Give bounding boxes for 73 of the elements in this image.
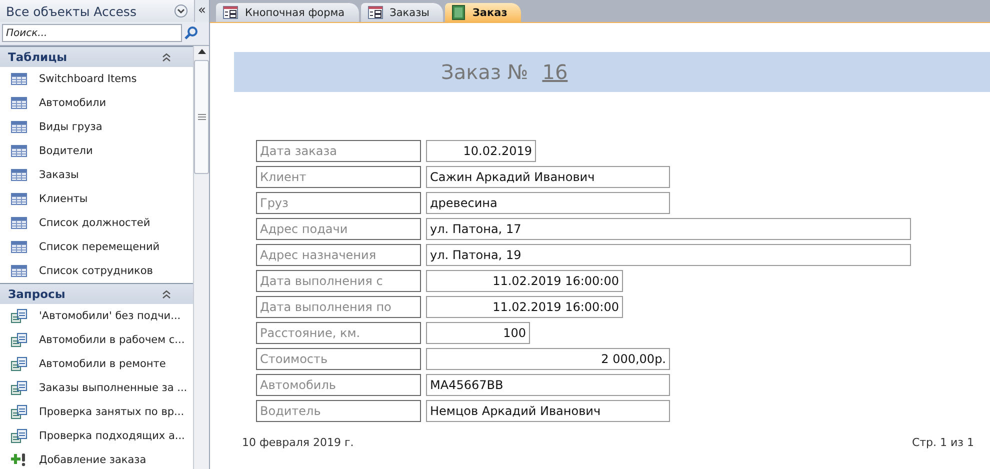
group-header[interactable]: Запросы: [0, 283, 193, 304]
table-icon: [11, 169, 27, 181]
order-number: 16: [542, 60, 568, 84]
field-label: Адрес подачи: [256, 218, 421, 240]
document-tab[interactable]: Кнопочная форма: [216, 3, 359, 22]
field-label: Расстояние, км.: [256, 322, 421, 344]
field-value: Сажин Аркадий Иванович: [426, 166, 670, 188]
nav-item[interactable]: Заказы выполненные за ...: [0, 376, 193, 400]
query-icon: [11, 429, 27, 443]
nav-item[interactable]: Заказы: [0, 163, 193, 187]
nav-item[interactable]: Автомобили в рабочем с...: [0, 328, 193, 352]
query-icon: [11, 333, 27, 347]
nav-item[interactable]: Проверка подходящих а...: [0, 424, 193, 448]
nav-item[interactable]: Автомобили в ремонте: [0, 352, 193, 376]
nav-item[interactable]: 'Автомобили' без подчи...: [0, 304, 193, 328]
collapse-button[interactable]: «: [194, 0, 209, 22]
scrollbar[interactable]: [193, 46, 209, 469]
field-label: Адрес назначения: [256, 244, 421, 266]
nav-item[interactable]: Добавление заказа: [0, 448, 193, 469]
nav-item[interactable]: Проверка занятых по вр...: [0, 400, 193, 424]
field-value: ул. Патона, 19: [426, 244, 911, 266]
field-label: Клиент: [256, 166, 421, 188]
field-value: 11.02.2019 16:00:00: [426, 270, 623, 292]
field-value: ул. Патона, 17: [426, 218, 911, 240]
form-icon: [223, 6, 238, 19]
nav-item[interactable]: Список сотрудников: [0, 259, 193, 283]
search-field[interactable]: Поиск...: [2, 24, 182, 42]
table-icon: [11, 217, 27, 229]
query-icon: [11, 357, 27, 371]
table-icon: [11, 73, 27, 85]
field-value: Немцов Аркадий Иванович: [426, 400, 670, 422]
nav-item[interactable]: Список перемещений: [0, 235, 193, 259]
field-value: древесина: [426, 192, 670, 214]
field-label: Дата выполнения по: [256, 296, 421, 318]
field-value: 100: [426, 322, 530, 344]
nav-item[interactable]: Список должностей: [0, 211, 193, 235]
field-label: Водитель: [256, 400, 421, 422]
page-number: Стр. 1 из 1: [912, 436, 974, 449]
field-value: 10.02.2019: [426, 140, 536, 162]
plus-exclamation-icon: [11, 453, 27, 467]
nav-item[interactable]: Автомобили: [0, 91, 193, 115]
group-header[interactable]: Таблицы: [0, 46, 193, 67]
field-value: 2 000,00р.: [426, 348, 670, 370]
field-label: Груз: [256, 192, 421, 214]
field-value: МА45667ВВ: [426, 374, 670, 396]
report-date: 10 февраля 2019 г.: [242, 436, 354, 449]
field-value: 11.02.2019 16:00:00: [426, 296, 623, 318]
query-icon: [11, 381, 27, 395]
nav-item[interactable]: Клиенты: [0, 187, 193, 211]
nav-item[interactable]: Виды груза: [0, 115, 193, 139]
table-icon: [11, 121, 27, 133]
table-icon: [11, 97, 27, 109]
field-label: Автомобиль: [256, 374, 421, 396]
nav-item[interactable]: Switchboard Items: [0, 67, 193, 91]
grip-icon: [198, 114, 206, 120]
table-icon: [11, 265, 27, 277]
report-icon: [452, 5, 466, 20]
field-label: Дата заказа: [256, 140, 421, 162]
query-icon: [11, 309, 27, 323]
pane-title: Все объекты Access: [6, 4, 138, 18]
table-icon: [11, 241, 27, 253]
field-label: Дата выполнения с: [256, 270, 421, 292]
report-title: Заказ №: [441, 60, 528, 84]
document-tab[interactable]: Заказы: [360, 3, 444, 22]
table-icon: [11, 193, 27, 205]
document-tab[interactable]: Заказ: [445, 3, 522, 22]
field-label: Стоимость: [256, 348, 421, 370]
query-icon: [11, 405, 27, 419]
search-icon[interactable]: [184, 26, 198, 40]
nav-item[interactable]: Водители: [0, 139, 193, 163]
table-icon: [11, 145, 27, 157]
form-icon: [368, 6, 383, 19]
dropdown-icon[interactable]: [174, 4, 188, 18]
